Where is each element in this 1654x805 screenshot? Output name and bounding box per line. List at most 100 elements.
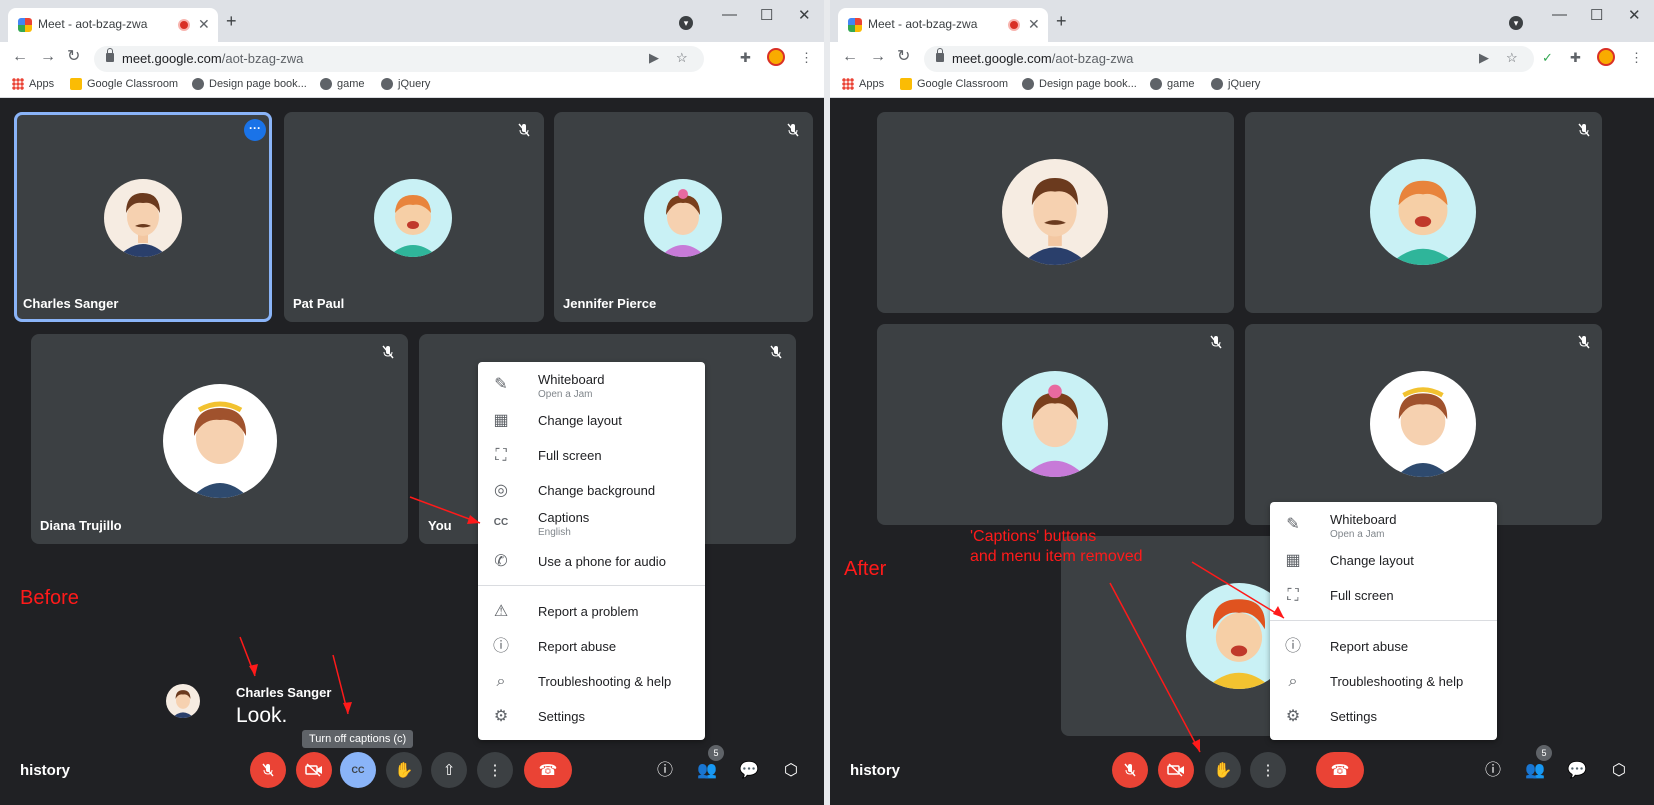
camera-toggle-button[interactable] — [1158, 752, 1194, 788]
maximize-icon[interactable]: ☐ — [1590, 6, 1603, 24]
more-vert-icon: ⋮ — [487, 762, 503, 779]
raise-hand-button[interactable]: ✋ — [1205, 752, 1241, 788]
mic-off-icon — [1124, 763, 1136, 777]
address-bar[interactable]: meet.google.com/aot-bzag-zwa ▶ ☆ — [94, 46, 704, 72]
tile-more-options-icon[interactable]: ··· — [244, 119, 266, 141]
bookmark-apps[interactable]: Apps — [12, 78, 54, 90]
camera-toggle-button[interactable] — [296, 752, 332, 788]
activities-icon[interactable]: ⬡ — [1609, 761, 1629, 781]
chat-icon[interactable]: 💬 — [739, 761, 759, 781]
bookmark-classroom[interactable]: Google Classroom — [70, 78, 178, 90]
close-window-icon[interactable]: ✕ — [798, 6, 811, 24]
profile-avatar[interactable] — [767, 48, 785, 66]
participant-tile[interactable] — [877, 112, 1234, 313]
menu-item-settings[interactable]: ⚙ Settings — [478, 700, 705, 733]
meet-favicon-icon — [848, 18, 862, 32]
participant-tile[interactable]: Pat Paul — [284, 112, 544, 322]
browser-menu-icon[interactable]: ⋮ — [1630, 50, 1643, 66]
menu-item-label: Full screen — [1330, 588, 1394, 603]
browser-tab[interactable]: Meet - aot-bzag-zwa ✕ — [8, 8, 218, 42]
menu-item-change-layout[interactable]: ▦ Change layout — [1270, 544, 1497, 577]
activities-icon[interactable]: ⬡ — [781, 761, 801, 781]
menu-item-report-abuse[interactable]: ⓘ Report abuse — [1270, 630, 1497, 663]
menu-item-whiteboard[interactable]: ✎ Whiteboard Open a Jam — [478, 368, 705, 408]
minimize-icon[interactable]: — — [1552, 6, 1567, 23]
browser-menu-icon[interactable]: ⋮ — [800, 50, 813, 66]
new-tab-icon[interactable]: + — [1056, 12, 1067, 30]
menu-item-whiteboard[interactable]: ✎ Whiteboard Open a Jam — [1270, 508, 1497, 548]
pen-icon: ✎ — [1286, 516, 1300, 533]
participant-tile[interactable] — [1245, 112, 1602, 313]
extensions-icon[interactable]: ✚ — [1570, 50, 1581, 66]
participant-tile[interactable]: Diana Trujillo — [31, 334, 408, 544]
people-icon[interactable]: 👥 — [1525, 761, 1545, 781]
present-button[interactable]: ⇧ — [431, 752, 467, 788]
menu-item-phone-audio[interactable]: ✆ Use a phone for audio — [478, 545, 705, 578]
menu-item-full-screen[interactable]: ⛶ Full screen — [478, 439, 705, 472]
bookmark-star-icon[interactable]: ☆ — [1506, 50, 1518, 66]
mic-toggle-button[interactable] — [1112, 752, 1148, 788]
new-tab-icon[interactable]: + — [226, 12, 237, 30]
menu-item-settings[interactable]: ⚙ Settings — [1270, 700, 1497, 733]
menu-item-captions[interactable]: CC Captions English — [478, 506, 705, 546]
bookmark-apps[interactable]: Apps — [842, 78, 884, 90]
bookmark-design[interactable]: Design page book... — [1022, 78, 1137, 90]
back-icon[interactable]: ← — [842, 48, 858, 66]
mic-off-icon — [518, 123, 530, 137]
menu-item-troubleshooting[interactable]: ⌕ Troubleshooting & help — [478, 665, 705, 698]
bookmark-classroom[interactable]: Google Classroom — [900, 78, 1008, 90]
participant-tile[interactable] — [877, 324, 1234, 525]
close-tab-icon[interactable]: ✕ — [198, 16, 210, 33]
minimize-icon[interactable]: — — [722, 6, 737, 23]
participant-name: Pat Paul — [293, 296, 345, 311]
extensions-icon[interactable]: ✚ — [740, 50, 751, 66]
bookmark-star-icon[interactable]: ☆ — [676, 50, 688, 66]
profile-avatar[interactable] — [1597, 48, 1615, 66]
menu-item-troubleshooting[interactable]: ⌕ Troubleshooting & help — [1270, 665, 1497, 698]
reload-icon[interactable]: ↻ — [67, 48, 80, 66]
info-icon[interactable]: ⓘ — [655, 761, 675, 781]
participant-tile[interactable]: ··· Charles Sanger — [14, 112, 272, 322]
close-tab-icon[interactable]: ✕ — [1028, 16, 1040, 33]
closed-caption-icon: CC — [493, 517, 509, 528]
mic-off-icon — [770, 345, 782, 359]
more-options-button[interactable]: ⋮ — [477, 752, 513, 788]
leave-call-button[interactable]: ☎ — [524, 752, 572, 788]
chat-icon[interactable]: 💬 — [1567, 761, 1587, 781]
maximize-icon[interactable]: ☐ — [760, 6, 773, 24]
extension-leaf-icon[interactable]: ✓ — [1542, 50, 1553, 66]
close-window-icon[interactable]: ✕ — [1628, 6, 1641, 24]
camera-indicator-icon[interactable]: ▶ — [1479, 50, 1489, 66]
menu-item-full-screen[interactable]: ⛶ Full screen — [1270, 579, 1497, 612]
mic-off-icon — [1578, 335, 1590, 349]
participant-tile[interactable]: Jennifer Pierce — [554, 112, 813, 322]
info-icon[interactable]: ⓘ — [1483, 761, 1503, 781]
forward-icon[interactable]: → — [40, 48, 56, 66]
captions-button[interactable]: CC — [340, 752, 376, 788]
captions-tooltip: Turn off captions (c) — [302, 730, 414, 748]
more-options-button[interactable]: ⋮ — [1250, 752, 1286, 788]
menu-item-report-problem[interactable]: ⚠ Report a problem — [478, 595, 705, 628]
raise-hand-icon: ✋ — [394, 762, 414, 779]
bookmark-design[interactable]: Design page book... — [192, 78, 307, 90]
back-icon[interactable]: ← — [12, 48, 28, 66]
bookmark-jquery[interactable]: jQuery — [381, 78, 430, 90]
raise-hand-button[interactable]: ✋ — [386, 752, 422, 788]
tab-search-icon[interactable]: ▾ — [1509, 16, 1523, 30]
address-bar[interactable]: meet.google.com/aot-bzag-zwa ▶ ☆ — [924, 46, 1534, 72]
menu-item-change-background[interactable]: ◎ Change background — [478, 474, 705, 507]
menu-item-change-layout[interactable]: ▦ Change layout — [478, 404, 705, 437]
participant-tile[interactable] — [1245, 324, 1602, 525]
bookmark-game[interactable]: game — [320, 78, 365, 90]
browser-tab[interactable]: Meet - aot-bzag-zwa ✕ — [838, 8, 1048, 42]
camera-indicator-icon[interactable]: ▶ — [649, 50, 659, 66]
reload-icon[interactable]: ↻ — [897, 48, 910, 66]
forward-icon[interactable]: → — [870, 48, 886, 66]
mic-toggle-button[interactable] — [250, 752, 286, 788]
tab-search-icon[interactable]: ▾ — [679, 16, 693, 30]
leave-call-button[interactable]: ☎ — [1316, 752, 1364, 788]
bookmark-jquery[interactable]: jQuery — [1211, 78, 1260, 90]
bookmark-game[interactable]: game — [1150, 78, 1195, 90]
menu-item-report-abuse[interactable]: ⓘ Report abuse — [478, 630, 705, 663]
people-icon[interactable]: 👥 — [697, 761, 717, 781]
